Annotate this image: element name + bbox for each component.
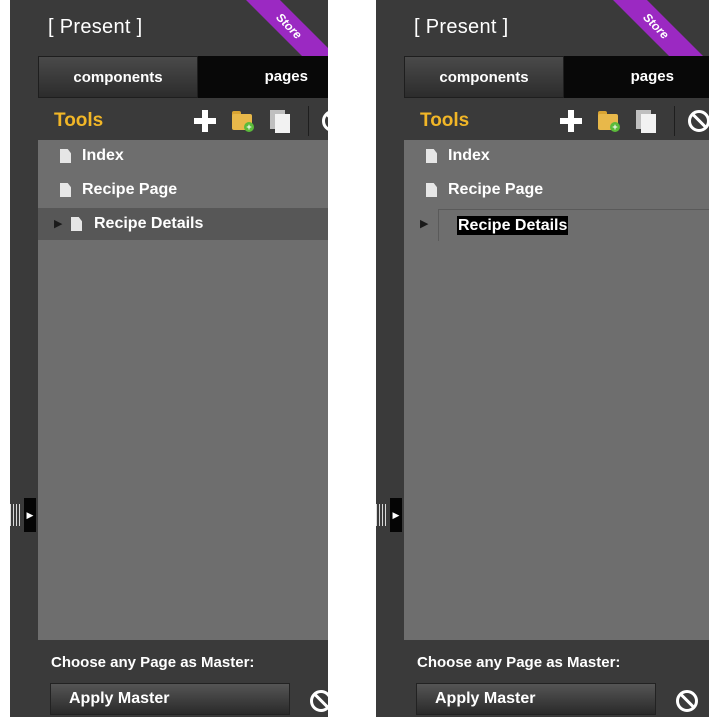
apply-master-button[interactable]: Apply Master [50, 683, 290, 715]
list-item-selected[interactable]: ▶ Recipe Details [38, 208, 328, 240]
tab-pages[interactable]: pages [198, 56, 328, 98]
document-icon [60, 183, 71, 197]
page-label: Recipe Page [82, 181, 178, 198]
rename-field[interactable]: Recipe Details [438, 209, 709, 241]
grip-icon [376, 504, 386, 526]
tools-toolbar: Tools + [38, 102, 328, 140]
list-item-editing[interactable]: ▶ Recipe Details [404, 208, 709, 241]
page-list: Index Recipe Page ▶ Recipe Details [38, 140, 328, 640]
list-item[interactable]: Index [38, 140, 328, 172]
panel-collapse-handle[interactable]: ▶ [376, 498, 402, 532]
prohibit-icon[interactable] [308, 688, 328, 714]
rename-input-text[interactable]: Recipe Details [457, 216, 569, 235]
tab-components[interactable]: components [404, 56, 564, 98]
master-label: Choose any Page as Master: [51, 654, 255, 671]
prohibit-icon[interactable] [320, 108, 328, 134]
page-label: Recipe Details [94, 215, 204, 232]
pages-panel-right: ▶ [ Present ] Store components pages Too… [376, 0, 709, 717]
document-icon [426, 149, 437, 163]
panel-tabs: components pages [404, 56, 709, 98]
triangle-right-icon: ▶ [24, 498, 36, 532]
app-title: [ Present ] [414, 16, 509, 38]
tools-label: Tools [420, 110, 470, 131]
grip-icon [10, 504, 20, 526]
panel-collapse-handle[interactable]: ▶ [10, 498, 36, 532]
page-label: Index [448, 147, 490, 164]
prohibit-icon[interactable] [674, 688, 700, 714]
triangle-right-icon[interactable]: ▶ [420, 217, 428, 230]
apply-master-button[interactable]: Apply Master [416, 683, 656, 715]
copy-icon[interactable] [268, 108, 294, 134]
folder-add-icon[interactable]: + [596, 108, 622, 134]
list-item[interactable]: Recipe Page [404, 174, 709, 206]
triangle-right-icon[interactable]: ▶ [54, 217, 62, 230]
folder-add-icon[interactable]: + [230, 108, 256, 134]
plus-icon[interactable] [558, 108, 584, 134]
toolbar-divider [674, 106, 675, 136]
document-icon [426, 183, 437, 197]
page-label: Recipe Page [448, 181, 544, 198]
master-label: Choose any Page as Master: [417, 654, 621, 671]
tools-toolbar: Tools + [404, 102, 709, 140]
list-item[interactable]: Index [404, 140, 709, 172]
triangle-right-icon: ▶ [390, 498, 402, 532]
toolbar-divider [308, 106, 309, 136]
tools-label: Tools [54, 110, 104, 131]
page-label: Index [82, 147, 124, 164]
plus-icon[interactable] [192, 108, 218, 134]
prohibit-icon[interactable] [686, 108, 709, 134]
document-icon [60, 149, 71, 163]
app-title: [ Present ] [48, 16, 143, 38]
pages-panel-left: ▶ [ Present ] Store components pages Too… [10, 0, 328, 717]
page-list: Index Recipe Page ▶ Recipe Details [404, 140, 709, 640]
tab-components[interactable]: components [38, 56, 198, 98]
document-icon [71, 217, 82, 231]
list-item[interactable]: Recipe Page [38, 174, 328, 206]
copy-icon[interactable] [634, 108, 660, 134]
tab-pages[interactable]: pages [564, 56, 709, 98]
panel-tabs: components pages [38, 56, 328, 98]
